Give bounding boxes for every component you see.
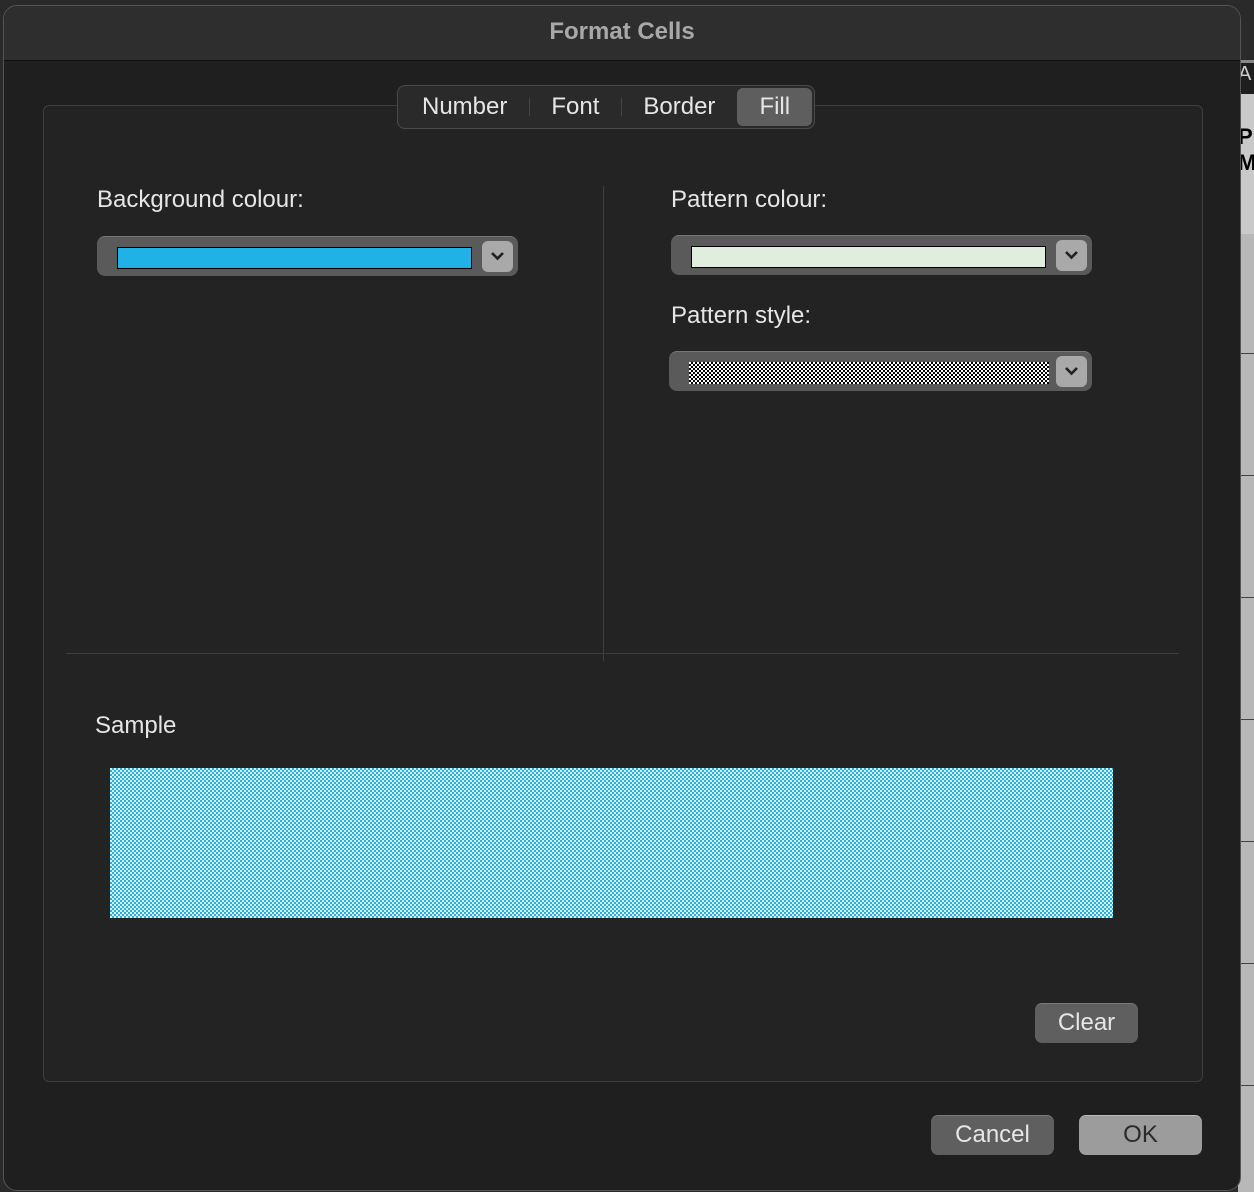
clear-button[interactable]: Clear <box>1035 1003 1138 1043</box>
chevron-down-icon[interactable] <box>482 241 513 272</box>
sample-preview <box>110 768 1113 918</box>
tab-border[interactable]: Border <box>621 88 737 126</box>
dialog-title: Format Cells <box>4 6 1240 61</box>
cancel-button[interactable]: Cancel <box>931 1115 1054 1155</box>
chevron-down-icon[interactable] <box>1056 356 1087 387</box>
chevron-down-icon[interactable] <box>1056 240 1087 271</box>
column-divider <box>603 186 604 661</box>
pattern-colour-swatch <box>691 246 1046 268</box>
background-colour-swatch <box>117 247 472 269</box>
format-cells-dialog: Format Cells Number Font Border Fill Bac… <box>3 5 1241 1191</box>
pattern-colour-label: Pattern colour: <box>671 186 828 213</box>
ok-button[interactable]: OK <box>1079 1115 1202 1155</box>
tab-font[interactable]: Font <box>529 88 621 126</box>
tab-number[interactable]: Number <box>400 88 529 126</box>
tab-fill[interactable]: Fill <box>737 88 813 126</box>
pattern-style-label: Pattern style: <box>671 302 812 329</box>
tab-bar: Number Font Border Fill <box>397 85 816 129</box>
pattern-style-dropdown[interactable] <box>669 351 1092 391</box>
sample-label: Sample <box>95 712 177 739</box>
pattern-style-swatch <box>689 362 1049 384</box>
background-colour-label: Background colour: <box>97 186 304 213</box>
pattern-colour-dropdown[interactable] <box>671 235 1092 275</box>
section-divider <box>66 653 1179 654</box>
background-colour-dropdown[interactable] <box>97 236 518 276</box>
